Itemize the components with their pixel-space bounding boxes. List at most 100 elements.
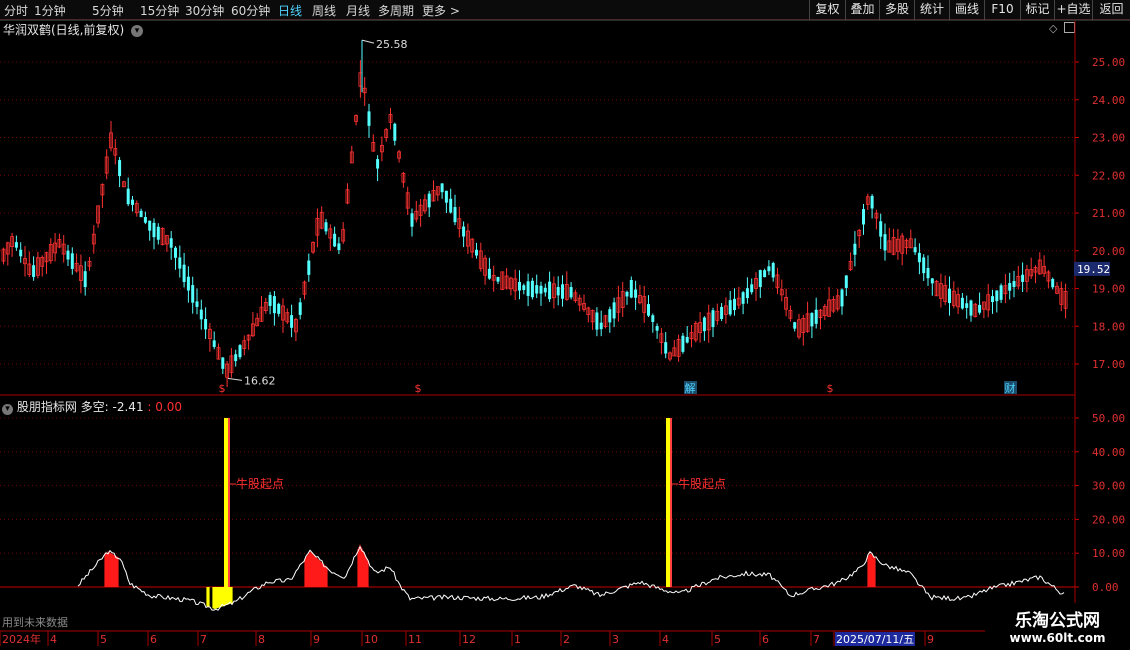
candle-body	[978, 304, 982, 313]
date-label: 6	[762, 633, 769, 646]
candle-body	[277, 303, 281, 314]
candle	[608, 306, 612, 333]
candle-body	[191, 285, 195, 303]
candle	[337, 237, 341, 255]
candle	[681, 332, 685, 354]
candle	[1, 247, 6, 265]
price-axis-label: 18.00	[1092, 320, 1125, 333]
candle	[1042, 255, 1046, 278]
candle	[27, 251, 32, 277]
candle	[57, 233, 62, 249]
chevron-down-icon[interactable]: ▾	[2, 404, 13, 415]
candle	[263, 297, 268, 314]
candle	[706, 304, 711, 343]
candle	[801, 314, 806, 346]
candle	[83, 261, 87, 296]
candle	[174, 246, 177, 270]
candle	[405, 186, 410, 215]
date-label: 4	[662, 633, 669, 646]
candle	[779, 279, 784, 302]
candle	[358, 60, 363, 98]
candle-body	[139, 210, 143, 218]
candle	[711, 307, 715, 338]
candle	[362, 77, 367, 106]
event-marker: $	[415, 382, 422, 395]
candle	[397, 149, 402, 163]
candle-body	[569, 287, 573, 298]
candle	[556, 276, 560, 306]
high-price-label: 25.58	[376, 38, 408, 51]
event-marker: $	[827, 382, 834, 395]
signal-bar-edge	[228, 418, 230, 587]
candle-body	[767, 266, 771, 272]
candle	[647, 295, 650, 317]
candle-body	[126, 188, 130, 205]
candle-body	[625, 291, 629, 297]
candle	[728, 291, 732, 317]
candle	[951, 281, 956, 309]
candle	[435, 186, 440, 201]
candle	[668, 351, 672, 362]
candle-body	[487, 268, 491, 279]
candle	[513, 269, 518, 300]
candle	[462, 221, 466, 247]
signal-label: 牛股起点	[678, 476, 726, 491]
candle	[827, 287, 831, 317]
candle	[216, 343, 221, 360]
candle-body	[733, 298, 736, 311]
candle-body	[771, 262, 775, 278]
candle-body	[960, 297, 964, 309]
candle-body	[556, 286, 560, 296]
candle	[784, 288, 788, 317]
candle	[822, 303, 827, 320]
candle	[693, 321, 698, 343]
candle	[995, 290, 999, 313]
candle-body	[19, 249, 23, 257]
candle	[865, 193, 870, 210]
candle	[930, 278, 934, 296]
candle	[53, 232, 57, 262]
candle-body	[926, 268, 930, 279]
candle	[23, 246, 27, 277]
candle-body	[728, 300, 732, 315]
candle	[543, 283, 547, 297]
candle	[840, 288, 844, 315]
candle-body	[913, 247, 917, 253]
candle	[465, 223, 470, 254]
candle-body	[199, 309, 203, 320]
candle	[195, 288, 199, 315]
candle-body	[131, 199, 134, 205]
candle	[548, 271, 552, 302]
candle-body	[152, 222, 156, 238]
candle	[5, 241, 10, 266]
candle-body	[862, 209, 865, 225]
candle	[733, 288, 736, 316]
candle	[535, 274, 539, 299]
price-axis-label: 24.00	[1092, 94, 1125, 107]
candle-body	[440, 183, 444, 193]
candle	[1055, 282, 1059, 295]
candle	[577, 294, 582, 312]
candle-body	[655, 326, 659, 331]
candle	[204, 307, 208, 339]
candlestick-chart[interactable]: 25.58 16.62 $ $ 解 $ 财 牛股起点 牛股起点 25.00 24.00 23.00…	[0, 0, 1130, 650]
candle-body	[272, 296, 276, 314]
candle	[225, 360, 230, 388]
candle	[573, 289, 578, 303]
price-axis-label: 17.00	[1092, 358, 1125, 371]
candle	[939, 273, 943, 308]
candle	[973, 302, 978, 318]
candle-body	[143, 216, 147, 223]
candle	[255, 313, 260, 327]
candle	[775, 267, 780, 295]
candle	[40, 255, 45, 277]
date-label: 7	[813, 633, 820, 646]
candle	[238, 344, 242, 360]
candle	[590, 309, 595, 330]
candle	[293, 317, 298, 342]
candle	[393, 122, 397, 146]
candle	[848, 252, 853, 271]
candle	[586, 306, 591, 323]
event-marker: 解	[685, 381, 696, 395]
candle	[152, 218, 156, 250]
